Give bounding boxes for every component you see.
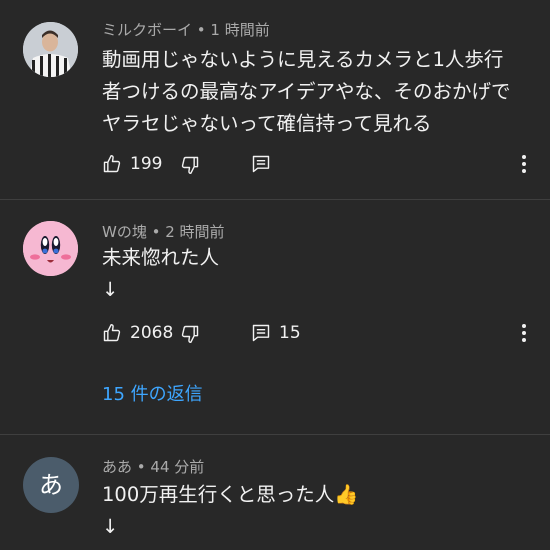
reply-count: 15 xyxy=(279,323,301,343)
meta-separator: • xyxy=(192,21,211,39)
comment-time: 44 分前 xyxy=(150,458,205,476)
thumbs-up-icon xyxy=(103,323,121,342)
comment-text: 100万再生行くと思った人👍 ↓ xyxy=(102,483,359,538)
comment-item: あ ああ • 44 分前 100万再生行くと思った人👍 ↓ xyxy=(0,435,550,550)
avatar[interactable] xyxy=(23,22,78,77)
comment-author[interactable]: ああ xyxy=(102,458,132,476)
like-count: 199 xyxy=(130,154,163,174)
kirby-face-avatar-icon xyxy=(23,221,78,276)
like-button[interactable]: 2068 xyxy=(102,321,173,345)
reply-button[interactable] xyxy=(251,152,271,176)
comment-author[interactable]: Wの塊 xyxy=(102,223,147,241)
comment-meta: ミルクボーイ • 1 時間前 xyxy=(102,20,270,40)
thumbs-up-icon xyxy=(103,154,121,173)
comment-item: Wの塊 • 2 時間前 未来惚れた人 ↓ 2068 15 15 件の返信 xyxy=(0,200,550,435)
dislike-button[interactable] xyxy=(180,322,200,346)
meta-separator: • xyxy=(146,223,166,241)
meta-separator: • xyxy=(132,458,151,476)
avatar-letter: あ xyxy=(39,471,63,499)
comment-meta: Wの塊 • 2 時間前 xyxy=(102,222,225,242)
comment-text: 動画用じゃないように見えるカメラと1人歩行 者つけるの最高なアイデアやな、そのお… xyxy=(102,48,511,135)
comment-author[interactable]: ミルクボーイ xyxy=(102,21,192,39)
comment-reply-icon xyxy=(252,324,270,342)
comment-text: 未来惚れた人 ↓ xyxy=(102,246,220,301)
like-count: 2068 xyxy=(130,323,174,343)
reply-button[interactable]: 15 xyxy=(251,321,301,345)
comment-time: 2 時間前 xyxy=(165,223,225,241)
comment-meta: ああ • 44 分前 xyxy=(102,457,204,477)
avatar[interactable]: あ xyxy=(23,457,79,513)
like-button[interactable]: 199 xyxy=(102,152,162,176)
more-options-icon[interactable] xyxy=(516,152,532,176)
thumbs-down-icon xyxy=(181,325,199,344)
dislike-button[interactable] xyxy=(180,153,200,177)
more-options-icon[interactable] xyxy=(516,321,532,345)
comment-time: 1 時間前 xyxy=(210,21,270,39)
thumbs-down-icon xyxy=(181,156,199,175)
avatar[interactable] xyxy=(23,221,78,276)
view-replies-link[interactable]: 15 件の返信 xyxy=(102,383,203,407)
comment-item: ミルクボーイ • 1 時間前 動画用じゃないように見えるカメラと1人歩行 者つけ… xyxy=(0,0,550,200)
player-photo-avatar-icon xyxy=(23,22,78,77)
comment-reply-icon xyxy=(252,155,270,173)
